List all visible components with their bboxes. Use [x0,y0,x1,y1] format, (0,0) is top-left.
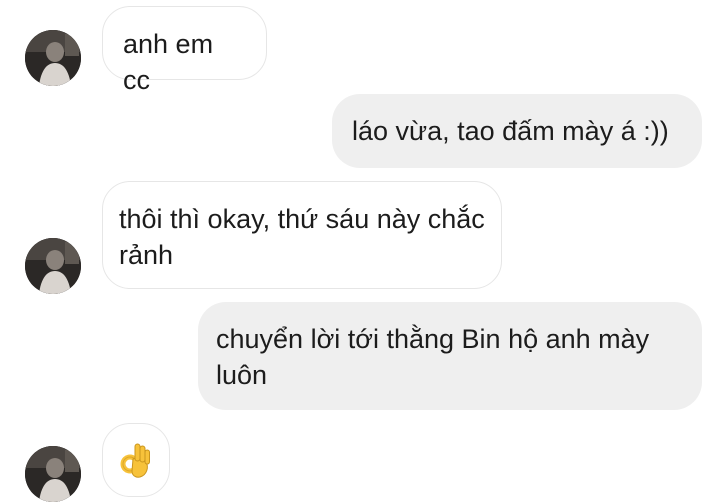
ok-hand-emoji-icon [120,443,150,478]
message-text: thôi thì okay, thứ sáu này chắc rảnh [119,204,485,270]
avatar-photo-icon [25,446,81,502]
chat-thread: anh em cc láo vừa, tao đấm mày á :)) thô… [0,0,720,502]
incoming-message-bubble[interactable]: thôi thì okay, thứ sáu này chắc rảnh [102,181,502,289]
message-text: anh em cc [123,29,214,95]
sender-avatar[interactable] [25,30,81,86]
message-text: chuyển lời tới thằng Bin hộ anh mày luôn [216,324,650,390]
avatar-photo-icon [25,30,81,86]
message-text: láo vừa, tao đấm mày á :)) [352,116,669,146]
avatar-photo-icon [25,238,81,294]
incoming-emoji-bubble[interactable] [102,423,170,497]
sender-avatar[interactable] [25,238,81,294]
incoming-message-bubble[interactable]: anh em cc [102,6,267,95]
outgoing-message-bubble[interactable]: láo vừa, tao đấm mày á :)) [332,94,702,168]
outgoing-message-bubble[interactable]: chuyển lời tới thằng Bin hộ anh mày luôn [198,302,702,410]
sender-avatar[interactable] [25,446,81,502]
